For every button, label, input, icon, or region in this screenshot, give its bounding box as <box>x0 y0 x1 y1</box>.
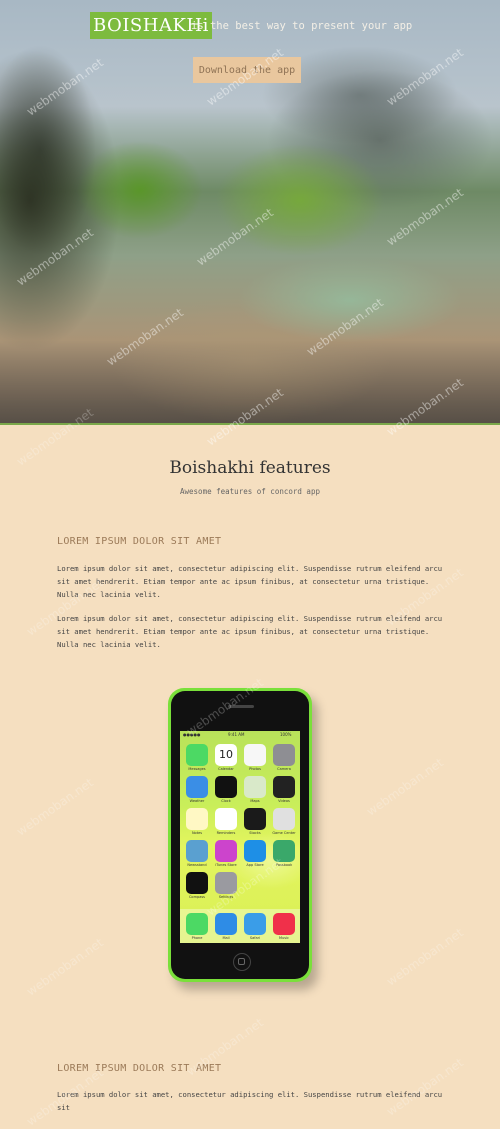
mail-icon[interactable] <box>215 913 237 935</box>
watermark-text: webmoban.net <box>384 925 466 989</box>
app-store-icon[interactable] <box>244 840 266 862</box>
features-title: Boishakhi features <box>169 458 331 478</box>
status-battery: 100% <box>280 732 292 737</box>
maps-icon[interactable] <box>244 776 266 798</box>
phone-icon[interactable] <box>186 913 208 935</box>
music-icon[interactable] <box>273 913 295 935</box>
app-label: App Store <box>246 863 264 867</box>
watermark-text: webmoban.net <box>14 775 96 839</box>
phone-mockup: ●●●●● 9:41 AM 100% Messages 10 Calendar Pho… <box>168 688 312 982</box>
app-label: Settings <box>218 895 234 899</box>
app-label: Calendar <box>218 767 234 771</box>
app-label: Compass <box>188 895 205 899</box>
camera-icon[interactable] <box>273 744 295 766</box>
videos-icon[interactable] <box>273 776 295 798</box>
app-label: Reminders <box>216 831 236 835</box>
clock-icon[interactable] <box>215 776 237 798</box>
app-label: Messages <box>188 767 206 771</box>
section-heading: LOREM IPSUM DOLOR SIT AMET <box>57 536 222 547</box>
section-paragraph: Lorem ipsum dolor sit amet, consectetur … <box>57 564 443 599</box>
phone-screen: ●●●●● 9:41 AM 100% Messages 10 Calendar Pho… <box>180 731 300 943</box>
app-label: Passbook <box>275 863 293 867</box>
app-label: Newsstand <box>187 863 207 867</box>
safari-icon[interactable] <box>244 913 266 935</box>
status-bar: ●●●●● 9:41 AM 100% <box>180 731 300 739</box>
features-subtitle: Awesome features of concord app <box>180 487 320 496</box>
app-label: Stocks <box>249 831 261 835</box>
section-heading: LOREM IPSUM DOLOR SIT AMET <box>57 1063 222 1074</box>
home-button[interactable] <box>233 953 251 971</box>
app-dock: Phone Mail Safari Music <box>180 909 300 943</box>
app-label: iTunes Store <box>215 863 237 867</box>
compass-icon[interactable] <box>186 872 208 894</box>
section-paragraph: Lorem ipsum dolor sit amet, consectetur … <box>57 1090 443 1112</box>
dock-label: Safari <box>249 936 261 940</box>
dock-label: Phone <box>191 936 203 940</box>
app-label: Clock <box>221 799 231 803</box>
photos-icon[interactable] <box>244 744 266 766</box>
brand-tagline: is the best way to present your app <box>191 20 413 32</box>
weather-icon[interactable] <box>186 776 208 798</box>
passbook-icon[interactable] <box>273 840 295 862</box>
calendar-day: 10 <box>219 748 233 761</box>
game-center-icon[interactable] <box>273 808 295 830</box>
app-label: Weather <box>189 799 205 803</box>
status-carrier: ●●●●● <box>183 732 201 737</box>
watermark-text: webmoban.net <box>364 755 446 819</box>
newsstand-icon[interactable] <box>186 840 208 862</box>
phone-speaker <box>228 705 254 708</box>
reminders-icon[interactable] <box>215 808 237 830</box>
phone-front: ●●●●● 9:41 AM 100% Messages 10 Calendar Pho… <box>171 691 309 979</box>
calendar-icon[interactable]: 10 <box>215 744 237 766</box>
app-label: Maps <box>250 799 260 803</box>
itunes-store-icon[interactable] <box>215 840 237 862</box>
app-label: Videos <box>278 799 290 803</box>
download-app-button[interactable]: Download the app <box>193 57 301 83</box>
messages-icon[interactable] <box>186 744 208 766</box>
app-label: Game Center <box>272 831 296 835</box>
hero-divider <box>0 423 500 425</box>
stocks-icon[interactable] <box>244 808 266 830</box>
dock-label: Music <box>279 936 289 940</box>
section-paragraph: Lorem ipsum dolor sit amet, consectetur … <box>57 614 443 649</box>
status-time: 9:41 AM <box>228 732 245 737</box>
top-bar: BOISHAKHi is the best way to present you… <box>0 12 500 42</box>
app-label: Camera <box>277 767 291 771</box>
app-label: Photos <box>249 767 261 771</box>
dock-label: Mail <box>222 936 230 940</box>
watermark-text: webmoban.net <box>24 935 106 999</box>
settings-icon[interactable] <box>215 872 237 894</box>
notes-icon[interactable] <box>186 808 208 830</box>
app-label: Notes <box>191 831 203 835</box>
